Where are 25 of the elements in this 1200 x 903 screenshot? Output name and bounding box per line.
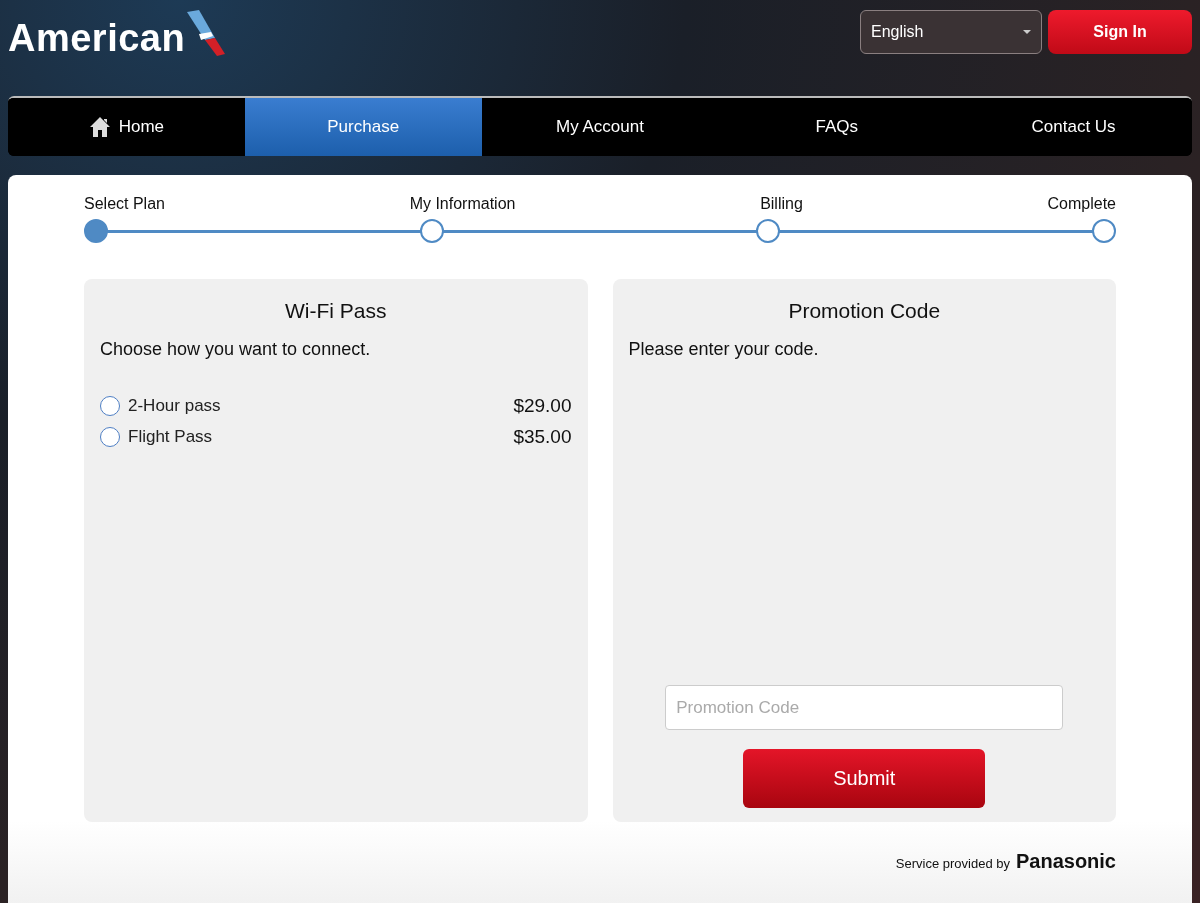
submit-button[interactable]: Submit [743, 749, 986, 808]
option-label: 2-Hour pass [128, 395, 221, 416]
option-price: $35.00 [513, 425, 572, 448]
step-label: Billing [760, 195, 803, 213]
panel-title: Wi-Fi Pass [284, 299, 388, 323]
nav-tab[interactable]: Purchase [244, 98, 482, 156]
tail-logo-icon [185, 10, 228, 56]
promotion-code-field[interactable]: Promotion Code [665, 685, 1064, 730]
panel-subtitle: Please enter your code. [628, 339, 820, 360]
brand-logo-text: Panasonic [1015, 850, 1116, 873]
language-dropdown[interactable]: English [860, 10, 1042, 54]
panel-title: Promotion Code [787, 299, 942, 323]
step-label: Select Plan [84, 195, 165, 213]
radio-button[interactable] [100, 395, 120, 416]
home-icon [88, 116, 111, 138]
step-label: Complete [1047, 195, 1116, 213]
caret-icon [1023, 30, 1031, 34]
option-label: Flight Pass [128, 426, 213, 447]
sign-in-button[interactable]: Sign In [1048, 10, 1192, 54]
radio-button[interactable] [100, 426, 120, 447]
panel-subtitle: Choose how you want to connect. [100, 339, 372, 360]
logo-text: American [8, 16, 186, 61]
option-price: $29.00 [513, 394, 572, 417]
footer-text: Service provided by [895, 856, 1010, 871]
step-label: My Information [409, 195, 516, 213]
